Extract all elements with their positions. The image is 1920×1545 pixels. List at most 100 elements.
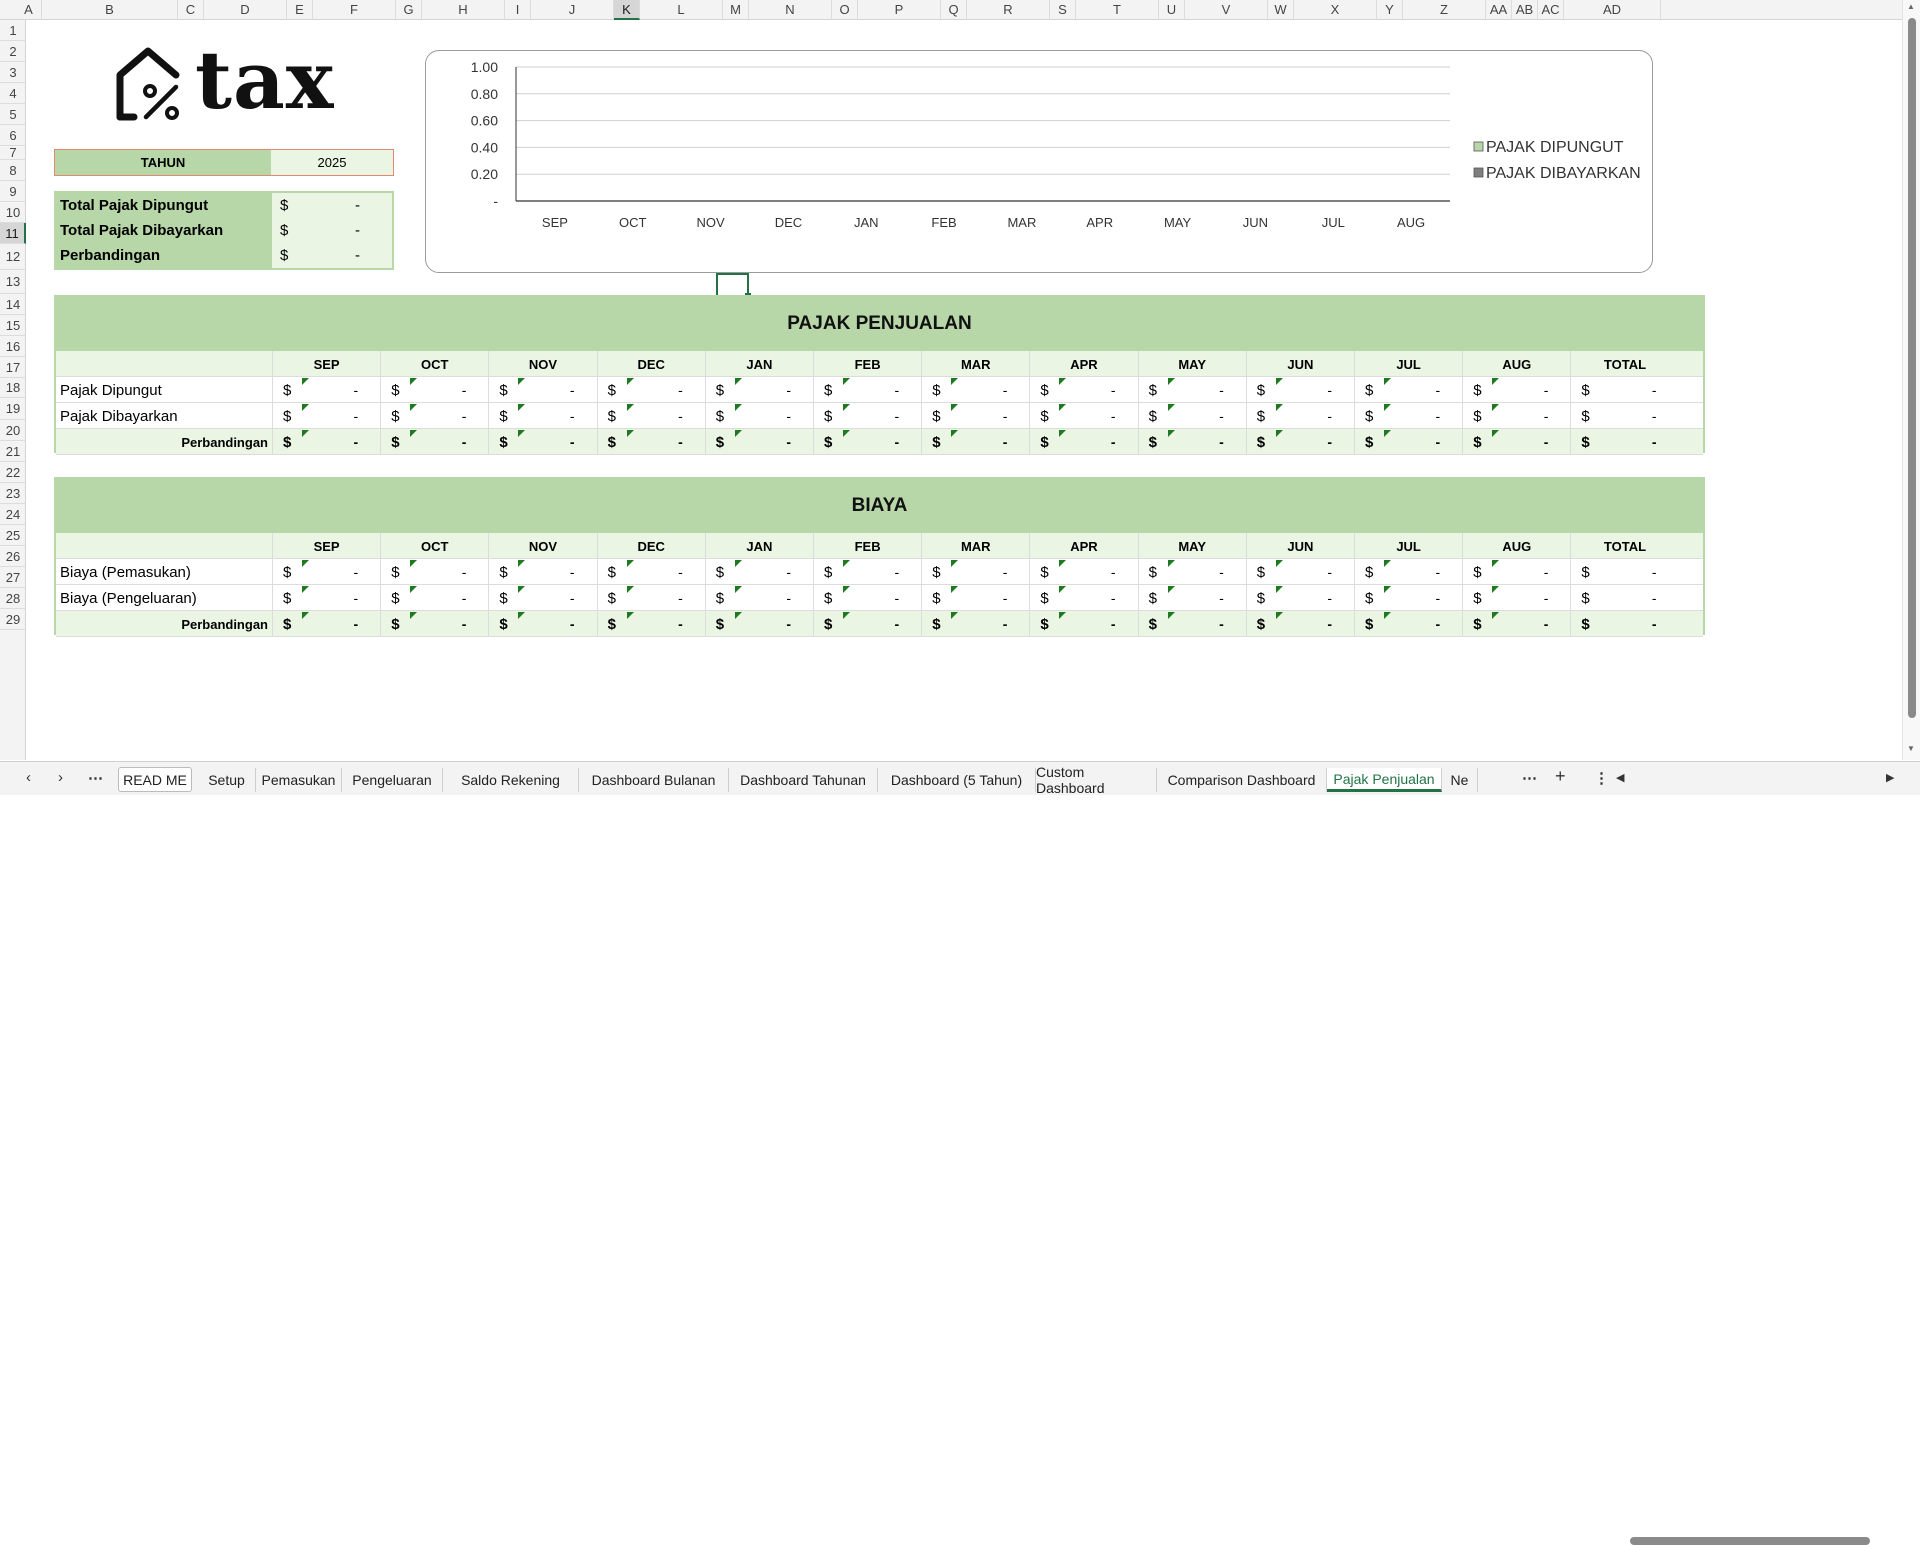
sales-tax-value[interactable]: -: [516, 377, 596, 403]
column-header-s[interactable]: S: [1050, 0, 1076, 20]
sales-tax-value[interactable]: -: [1382, 377, 1462, 403]
column-header-h[interactable]: H: [422, 0, 505, 20]
sales-tax-value[interactable]: -: [1490, 377, 1570, 403]
sales-tax-value[interactable]: -: [1166, 429, 1246, 455]
costs-value[interactable]: -: [1382, 611, 1462, 637]
row-header-23[interactable]: 23: [0, 483, 26, 504]
row-header-19[interactable]: 19: [0, 398, 26, 420]
sales-tax-value[interactable]: -: [1166, 403, 1246, 429]
sheet-tab-dashboard-tahunan[interactable]: Dashboard Tahunan: [729, 768, 878, 792]
sales-tax-value[interactable]: -: [841, 429, 921, 455]
sales-tax-value[interactable]: -: [1274, 403, 1354, 429]
row-header-27[interactable]: 27: [0, 567, 26, 588]
sales-tax-value[interactable]: -: [841, 403, 921, 429]
row-header-29[interactable]: 29: [0, 609, 26, 630]
sales-tax-value[interactable]: -: [1598, 377, 1678, 403]
column-header-r[interactable]: R: [967, 0, 1050, 20]
sales-tax-value[interactable]: -: [841, 377, 921, 403]
row-header-11[interactable]: 11: [0, 223, 26, 244]
row-header-16[interactable]: 16: [0, 336, 26, 357]
sales-tax-value[interactable]: -: [300, 429, 380, 455]
column-header-l[interactable]: L: [640, 0, 723, 20]
column-header-u[interactable]: U: [1159, 0, 1185, 20]
costs-value[interactable]: -: [408, 585, 488, 611]
sheet-tab-saldo-rekening[interactable]: Saldo Rekening: [443, 768, 579, 792]
costs-value[interactable]: -: [841, 611, 921, 637]
row-header-20[interactable]: 20: [0, 420, 26, 441]
add-sheet-icon[interactable]: +: [1555, 766, 1566, 787]
costs-value[interactable]: -: [1274, 559, 1354, 585]
row-header-28[interactable]: 28: [0, 588, 26, 609]
sales-tax-value[interactable]: -: [949, 429, 1029, 455]
costs-value[interactable]: -: [1382, 559, 1462, 585]
sales-tax-value[interactable]: -: [1057, 429, 1137, 455]
sheet-tab-pengeluaran[interactable]: Pengeluaran: [342, 768, 443, 792]
sales-tax-value[interactable]: -: [408, 403, 488, 429]
costs-value[interactable]: -: [1166, 611, 1246, 637]
column-header-c[interactable]: C: [178, 0, 204, 20]
costs-value[interactable]: -: [1598, 585, 1678, 611]
scroll-right-icon[interactable]: ▶: [1886, 771, 1894, 784]
row-header-22[interactable]: 22: [0, 462, 26, 483]
selected-cell[interactable]: [716, 273, 751, 299]
costs-value[interactable]: -: [1057, 611, 1137, 637]
row-header-13[interactable]: 13: [0, 270, 26, 294]
costs-value[interactable]: -: [841, 585, 921, 611]
sales-tax-value[interactable]: -: [733, 377, 813, 403]
costs-value[interactable]: -: [733, 585, 813, 611]
column-header-ad[interactable]: AD: [1564, 0, 1661, 20]
sales-tax-value[interactable]: -: [1382, 403, 1462, 429]
column-header-n[interactable]: N: [749, 0, 832, 20]
sales-tax-value[interactable]: -: [1598, 429, 1678, 455]
row-header-12[interactable]: 12: [0, 244, 26, 270]
costs-value[interactable]: -: [949, 611, 1029, 637]
sales-tax-value[interactable]: -: [408, 429, 488, 455]
column-header-ab[interactable]: AB: [1512, 0, 1538, 20]
row-header-1[interactable]: 1: [0, 20, 26, 41]
costs-value[interactable]: -: [625, 611, 705, 637]
sheet-tab-comparison-dashboard[interactable]: Comparison Dashboard: [1157, 768, 1327, 792]
costs-value[interactable]: -: [733, 611, 813, 637]
column-header-w[interactable]: W: [1268, 0, 1294, 20]
row-header-4[interactable]: 4: [0, 83, 26, 104]
row-header-24[interactable]: 24: [0, 504, 26, 525]
sales-tax-value[interactable]: -: [1274, 377, 1354, 403]
costs-value[interactable]: -: [408, 559, 488, 585]
sales-tax-value[interactable]: -: [300, 403, 380, 429]
costs-value[interactable]: -: [516, 585, 596, 611]
sales-tax-value[interactable]: -: [516, 403, 596, 429]
prev-sheet-icon[interactable]: ‹: [26, 769, 31, 786]
sales-tax-value[interactable]: -: [1057, 377, 1137, 403]
costs-value[interactable]: -: [949, 559, 1029, 585]
sheet-tab-pemasukan[interactable]: Pemasukan: [256, 768, 342, 792]
column-header-j[interactable]: J: [531, 0, 614, 20]
sales-tax-value[interactable]: -: [1057, 403, 1137, 429]
costs-value[interactable]: -: [841, 559, 921, 585]
sales-tax-value[interactable]: -: [949, 403, 1029, 429]
sales-tax-value[interactable]: -: [1382, 429, 1462, 455]
sales-tax-value[interactable]: -: [949, 377, 1029, 403]
column-header-o[interactable]: O: [832, 0, 858, 20]
costs-value[interactable]: -: [300, 611, 380, 637]
column-header-b[interactable]: B: [42, 0, 178, 20]
sheet-tab-custom-dashboard[interactable]: Custom Dashboard: [1036, 764, 1157, 796]
row-header-17[interactable]: 17: [0, 357, 26, 378]
column-header-p[interactable]: P: [858, 0, 941, 20]
sales-tax-value[interactable]: -: [516, 429, 596, 455]
column-header-d[interactable]: D: [204, 0, 287, 20]
costs-value[interactable]: -: [300, 559, 380, 585]
row-header-6[interactable]: 6: [0, 125, 26, 146]
sales-tax-value[interactable]: -: [408, 377, 488, 403]
costs-value[interactable]: -: [1274, 585, 1354, 611]
column-header-f[interactable]: F: [313, 0, 396, 20]
costs-value[interactable]: -: [625, 559, 705, 585]
sheet-tab-setup[interactable]: Setup: [198, 768, 256, 792]
costs-value[interactable]: -: [1490, 559, 1570, 585]
costs-value[interactable]: -: [1598, 611, 1678, 637]
sales-tax-value[interactable]: -: [1490, 429, 1570, 455]
costs-value[interactable]: -: [1057, 585, 1137, 611]
next-sheet-icon[interactable]: ›: [58, 769, 63, 786]
vertical-scrollbar[interactable]: ▲ ▼: [1902, 0, 1920, 760]
sheet-tab-ne[interactable]: Ne: [1442, 768, 1478, 792]
costs-value[interactable]: -: [516, 559, 596, 585]
